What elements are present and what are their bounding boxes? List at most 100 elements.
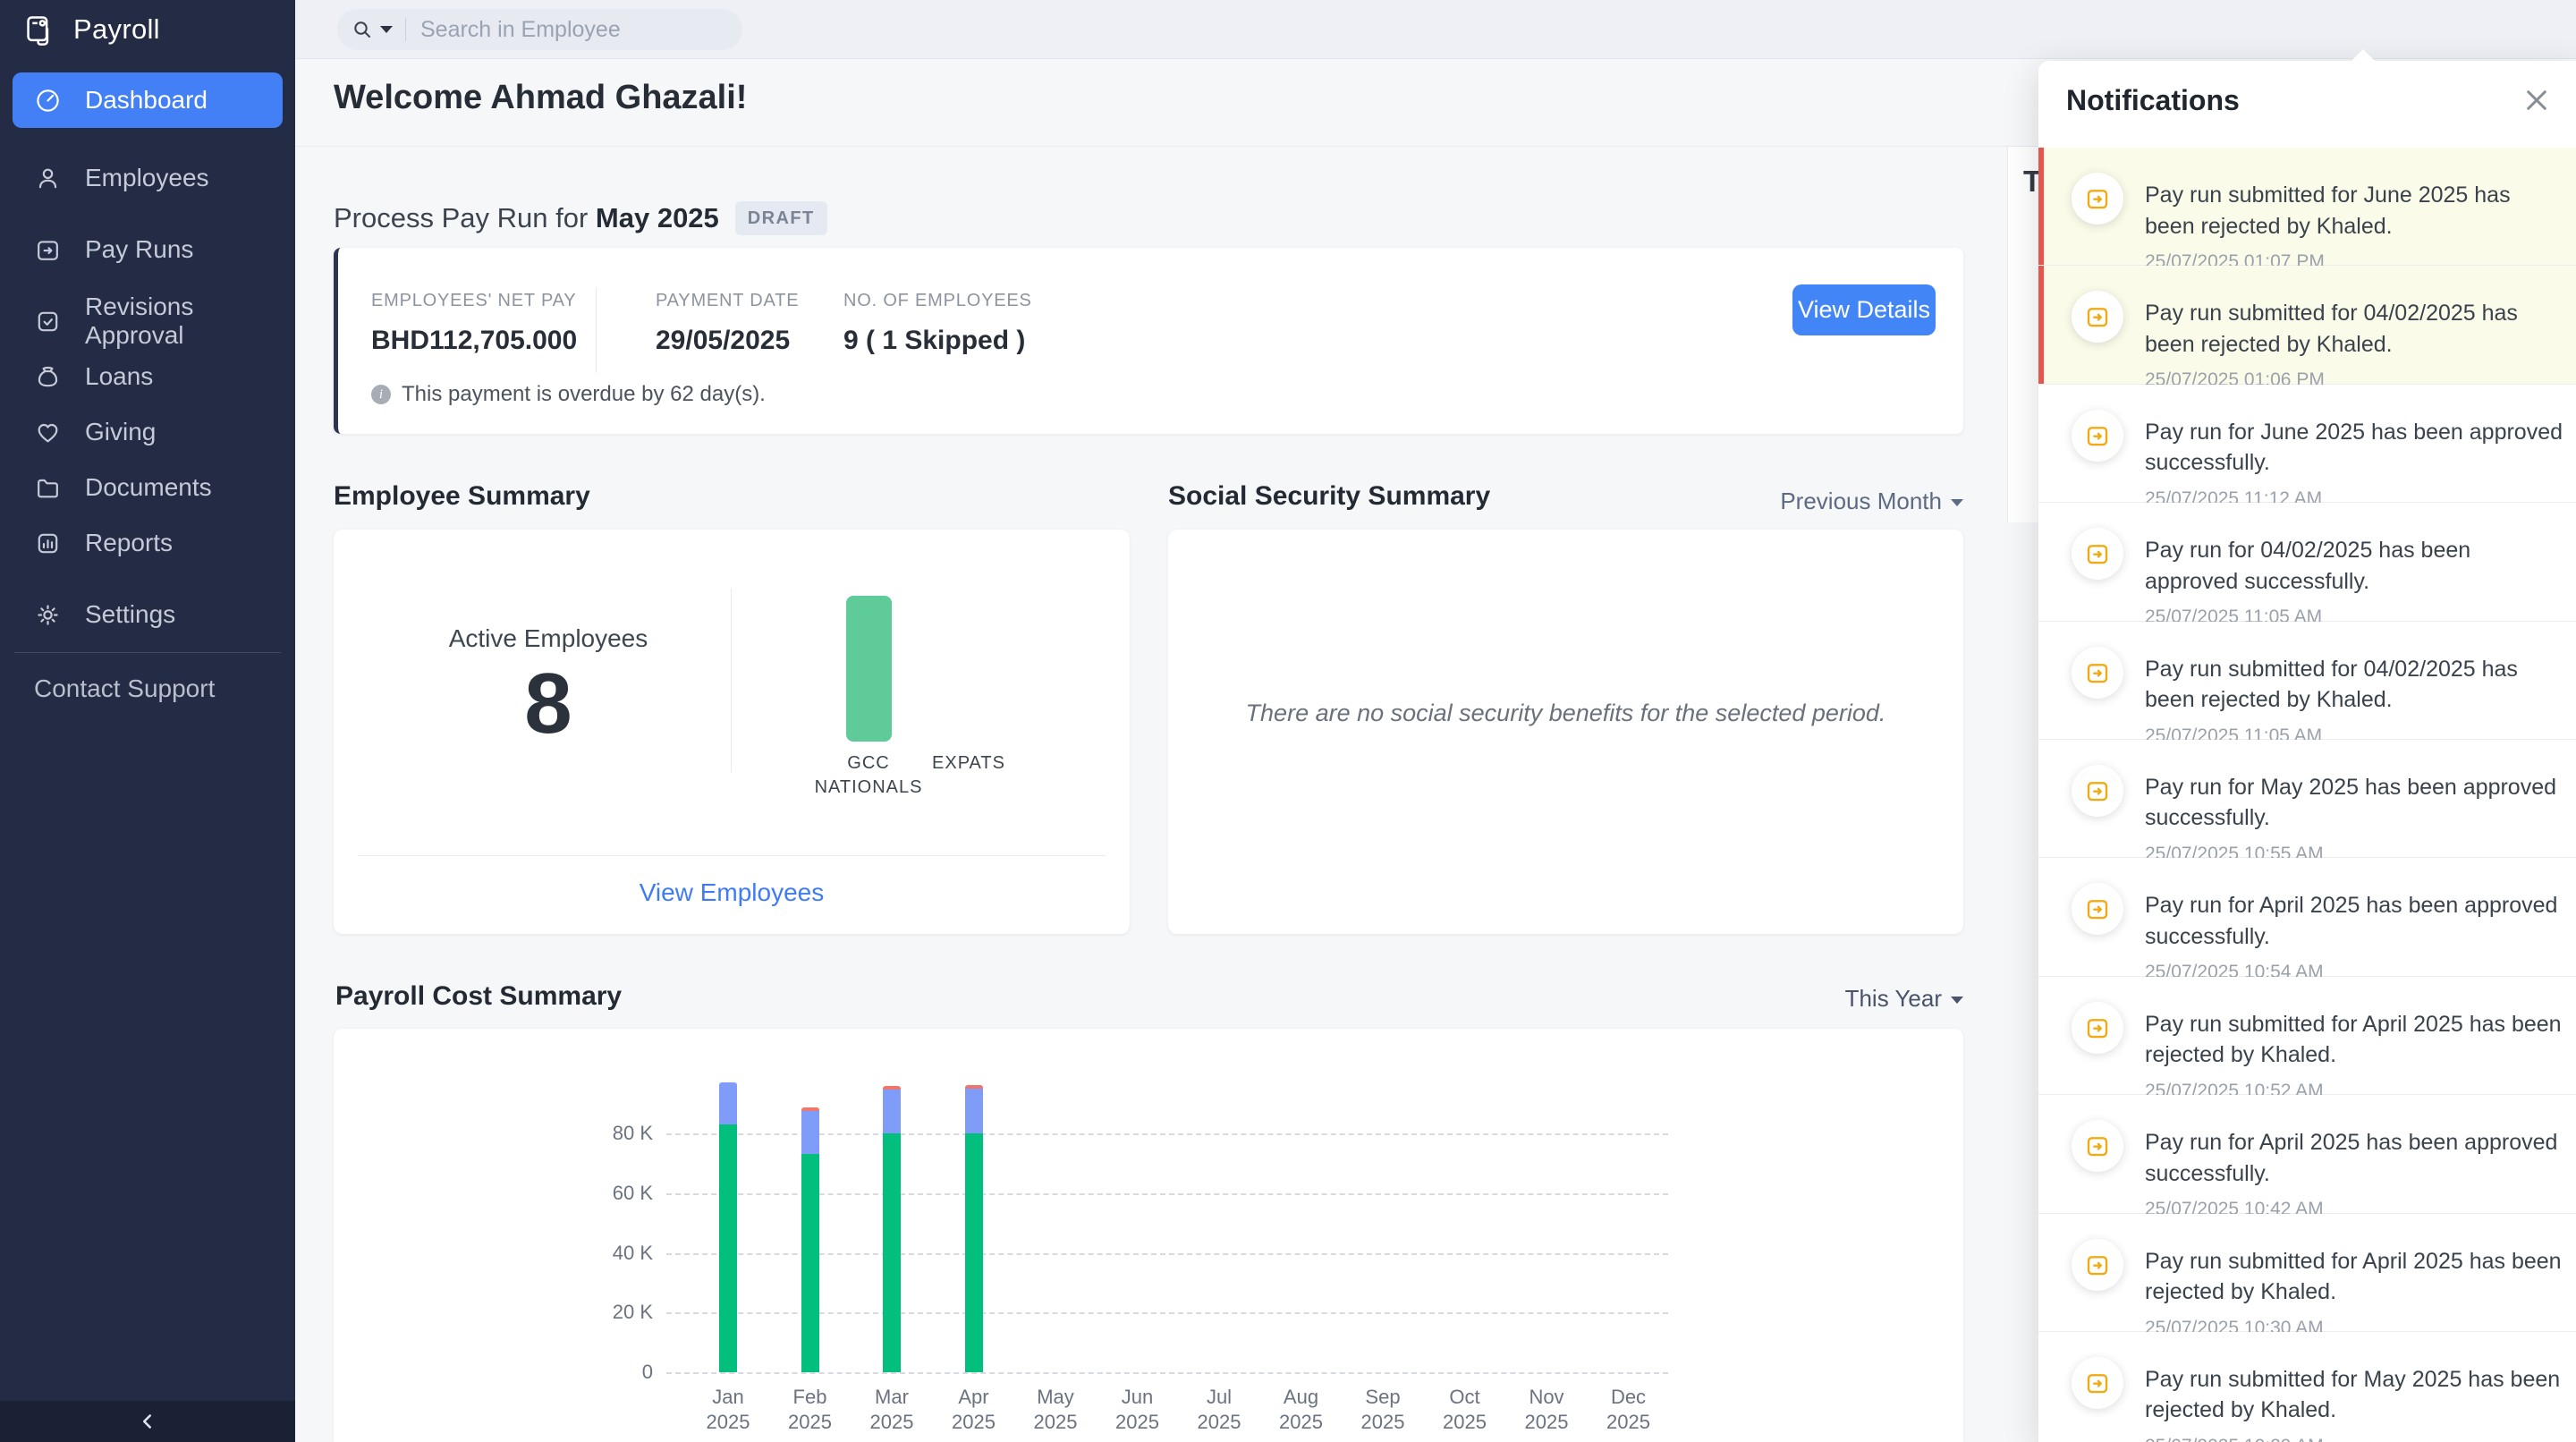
bar-jan-2025-green-segment: [719, 1124, 737, 1372]
view-details-button[interactable]: View Details: [1792, 284, 1936, 335]
sidebar-item-label: Pay Runs: [85, 235, 193, 264]
payrun-notification-icon: [2072, 1239, 2123, 1291]
gridline-0: [666, 1372, 1668, 1374]
sidebar-item-settings[interactable]: Settings: [13, 588, 283, 641]
app-logo: Payroll: [0, 0, 295, 59]
x-axis-tick-label: Sep2025: [1343, 1385, 1423, 1435]
x-axis-tick-label: Mar2025: [852, 1385, 932, 1435]
dashboard-icon: [34, 87, 62, 115]
overdue-note-text: This payment is overdue by 62 day(s).: [402, 382, 766, 407]
payrun-notification-icon: [2072, 410, 2123, 462]
sidebar-item-label: Loans: [85, 362, 153, 391]
y-axis-tick-label: 80 K: [590, 1122, 653, 1145]
bar-mar-2025-green-segment: [883, 1133, 901, 1372]
page-title: Welcome Ahmad Ghazali!: [334, 79, 747, 117]
payrun-notification-icon: [2072, 1120, 2123, 1172]
topbar: Search in Employee Zylker Middle East (B…: [295, 0, 2576, 59]
notification-item[interactable]: Pay run for April 2025 has been approved…: [2038, 858, 2576, 976]
stat-label: NO. OF EMPLOYEES: [843, 291, 1032, 311]
notification-text: Pay run for May 2025 has been approved s…: [2145, 772, 2565, 834]
notification-item[interactable]: Pay run for 04/02/2025 has been approved…: [2038, 503, 2576, 621]
stat-employee-count: NO. OF EMPLOYEES 9 ( 1 Skipped ): [843, 291, 1032, 356]
bar-feb-2025-green-segment: [801, 1154, 819, 1372]
revisions-icon: [34, 308, 62, 335]
sidebar-item-pay-runs[interactable]: Pay Runs: [13, 223, 283, 276]
sidebar-item-loans[interactable]: Loans: [13, 350, 283, 403]
overdue-note: i This payment is overdue by 62 day(s).: [371, 382, 766, 407]
payrun-notification-icon: [2072, 1002, 2123, 1054]
x-axis-tick-label: Oct2025: [1425, 1385, 1505, 1435]
payrun-title-prefix: Process Pay Run for: [334, 202, 596, 233]
loans-icon: [34, 363, 62, 391]
notification-text: Pay run submitted for 04/02/2025 has bee…: [2145, 654, 2565, 716]
sidebar-item-dashboard[interactable]: Dashboard: [13, 72, 283, 128]
notification-item[interactable]: Pay run submitted for 04/02/2025 has bee…: [2038, 622, 2576, 740]
notification-text: Pay run for April 2025 has been approved…: [2145, 1127, 2565, 1189]
sidebar-item-label: Employees: [85, 164, 209, 192]
sidebar-item-label: Giving: [85, 418, 156, 446]
sidebar-item-giving[interactable]: Giving: [13, 405, 283, 459]
sidebar-item-revisions-approval[interactable]: Revisions Approval: [13, 294, 283, 348]
payroll-cost-filter[interactable]: This Year: [1606, 985, 1963, 1013]
employee-summary-title: Employee Summary: [334, 481, 590, 512]
notifications-panel: Notifications Pay run submitted for June…: [2038, 61, 2576, 1442]
sidebar-item-contact-support[interactable]: Contact Support: [0, 653, 295, 703]
payrun-notification-icon: [2072, 1357, 2123, 1409]
employee-category-label: EXPATS: [893, 751, 1045, 776]
notification-text: Pay run submitted for April 2025 has bee…: [2145, 1246, 2565, 1308]
payrun-title-period: May 2025: [596, 202, 719, 233]
notification-text: Pay run for 04/02/2025 has been approved…: [2145, 535, 2565, 597]
notification-text: Pay run submitted for April 2025 has bee…: [2145, 1009, 2565, 1071]
notification-item[interactable]: Pay run for April 2025 has been approved…: [2038, 1095, 2576, 1213]
search-scope-caret-icon[interactable]: [380, 26, 393, 33]
sidebar-item-label: Settings: [85, 600, 175, 629]
search-input[interactable]: Search in Employee: [420, 17, 621, 43]
notification-item[interactable]: Pay run submitted for May 2025 has been …: [2038, 1332, 2576, 1442]
search-divider: [405, 18, 406, 41]
notification-text: Pay run submitted for June 2025 has been…: [2145, 180, 2565, 242]
payroll-logo-icon: [23, 13, 57, 47]
giving-icon: [34, 419, 62, 446]
bar-apr-2025-red-segment: [965, 1085, 983, 1089]
employee-summary-card: Active Employees 8 View Employees GCC NA…: [334, 530, 1130, 934]
bar-apr-2025-green-segment: [965, 1133, 983, 1372]
bar-mar-2025-red-segment: [883, 1086, 901, 1090]
sidebar-nav: Dashboard Employees Pay Runs Revisions Appr…: [0, 59, 295, 641]
bar-jan-2025-blue-segment: [719, 1082, 737, 1124]
stat-payment-date: PAYMENT DATE 29/05/2025: [656, 291, 799, 356]
active-employees-count: 8: [414, 655, 682, 753]
notification-item[interactable]: Pay run for May 2025 has been approved s…: [2038, 740, 2576, 858]
notification-text: Pay run submitted for May 2025 has been …: [2145, 1364, 2565, 1426]
payrun-notification-icon: [2072, 291, 2123, 343]
stat-value: 29/05/2025: [656, 326, 799, 356]
sidebar-item-reports[interactable]: Reports: [13, 516, 283, 570]
view-employees-link[interactable]: View Employees: [334, 878, 1130, 907]
sidebar-item-employees[interactable]: Employees: [13, 151, 283, 205]
stat-label: EMPLOYEES' NET PAY: [371, 291, 577, 311]
notification-item[interactable]: Pay run submitted for April 2025 has bee…: [2038, 977, 2576, 1095]
sidebar-item-label: Dashboard: [85, 86, 208, 115]
notification-item[interactable]: Pay run submitted for 04/02/2025 has bee…: [2038, 266, 2576, 384]
global-search[interactable]: Search in Employee: [337, 9, 742, 50]
bar-mar-2025-blue-segment: [883, 1090, 901, 1133]
x-axis-tick-label: Apr2025: [934, 1385, 1014, 1435]
bar-feb-2025-blue-segment: [801, 1111, 819, 1154]
empty-state-text: There are no social security benefits fo…: [1168, 700, 1963, 727]
payrun-notification-icon: [2072, 883, 2123, 935]
payruns-icon: [34, 236, 62, 264]
sidebar-item-label: Documents: [85, 473, 212, 502]
social-security-filter[interactable]: Previous Month: [1606, 488, 1963, 515]
sidebar-item-documents[interactable]: Documents: [13, 461, 283, 514]
notification-item[interactable]: Pay run submitted for April 2025 has bee…: [2038, 1214, 2576, 1332]
x-axis-tick-label: Feb2025: [770, 1385, 851, 1435]
close-icon[interactable]: [2522, 86, 2551, 115]
notification-item[interactable]: Pay run for June 2025 has been approved …: [2038, 385, 2576, 503]
employee-bar-gcc-nationals: [846, 596, 892, 742]
employees-icon: [34, 165, 62, 192]
sidebar-collapse-button[interactable]: [0, 1401, 295, 1442]
x-axis-tick-label: Nov2025: [1506, 1385, 1587, 1435]
payroll-cost-card: [334, 1029, 1963, 1442]
social-security-title: Social Security Summary: [1168, 481, 1490, 512]
notification-item[interactable]: Pay run submitted for June 2025 has been…: [2038, 148, 2576, 266]
notification-text: Pay run submitted for 04/02/2025 has bee…: [2145, 298, 2565, 360]
